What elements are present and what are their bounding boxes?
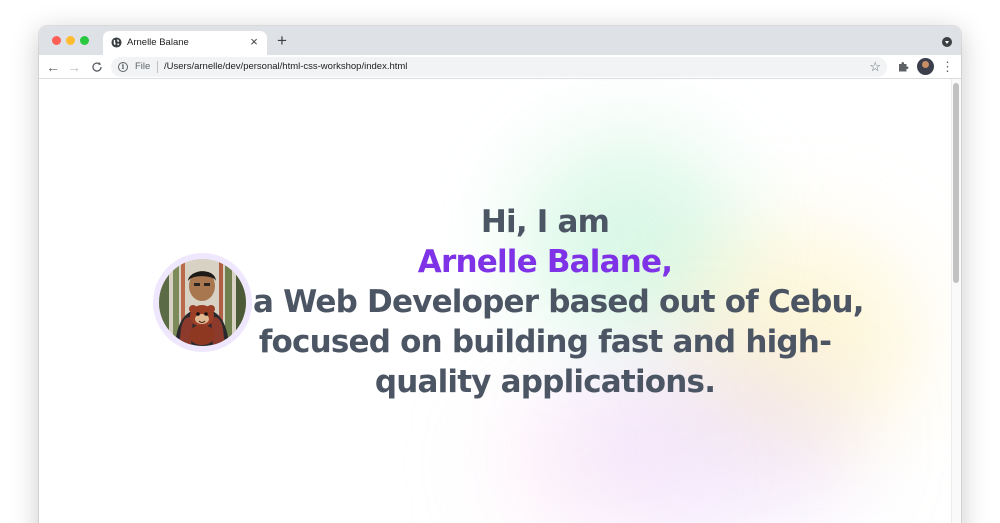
maximize-window-button[interactable] [80, 36, 89, 45]
minimize-window-button[interactable] [66, 36, 75, 45]
address-bar[interactable]: i File /Users/arnelle/dev/personal/html-… [111, 57, 887, 77]
globe-icon [111, 37, 122, 48]
reload-icon [92, 62, 102, 72]
extensions-puzzle-icon[interactable] [896, 60, 910, 74]
profile-photo [159, 259, 246, 346]
scrollbar-thumb[interactable] [953, 83, 959, 283]
scheme-label: File [135, 61, 151, 72]
close-window-button[interactable] [52, 36, 61, 45]
profile-photo-illustration [159, 259, 246, 346]
tab-search-icon[interactable] [942, 37, 952, 47]
hero-heading: Hi, I am Arnelle Balane, a Web Developer… [253, 202, 865, 402]
bookmark-star-icon[interactable]: ☆ [869, 59, 881, 75]
profile-avatar[interactable] [917, 58, 934, 75]
browser-toolbar: ← → i File /Users/arnelle/dev/personal/h… [39, 55, 961, 79]
tab-close-icon[interactable]: × [247, 35, 261, 49]
tab-title: Arnelle Balane [127, 37, 189, 48]
hero-name: Arnelle Balane, [417, 244, 673, 280]
hero-line-role: a Web Developer based out of Cebu, [253, 284, 865, 320]
omnibox-divider [157, 61, 158, 73]
reload-button[interactable] [89, 59, 105, 75]
menu-kebab-icon[interactable]: ⋮ [941, 58, 954, 75]
url-text[interactable]: /Users/arnelle/dev/personal/html-css-wor… [164, 61, 407, 72]
info-icon[interactable]: i [118, 62, 128, 72]
hero-greeting: Hi, I am [480, 204, 610, 240]
hero-line-quality: quality applications. [374, 364, 716, 400]
new-tab-button[interactable]: + [274, 32, 290, 49]
browser-window: Arnelle Balane × + ← → i File /Users/arn… [39, 26, 961, 523]
tab-strip: Arnelle Balane × + [39, 26, 961, 55]
back-button[interactable]: ← [45, 59, 61, 75]
page-viewport: Hi, I am Arnelle Balane, a Web Developer… [39, 79, 961, 523]
tab-arnelle-balane[interactable]: Arnelle Balane × [103, 31, 267, 55]
forward-button[interactable]: → [66, 59, 82, 75]
scrollbar[interactable] [951, 79, 961, 523]
profile-photo-frame [153, 253, 252, 352]
hero-line-focus: focused on building fast and high- [258, 324, 832, 360]
